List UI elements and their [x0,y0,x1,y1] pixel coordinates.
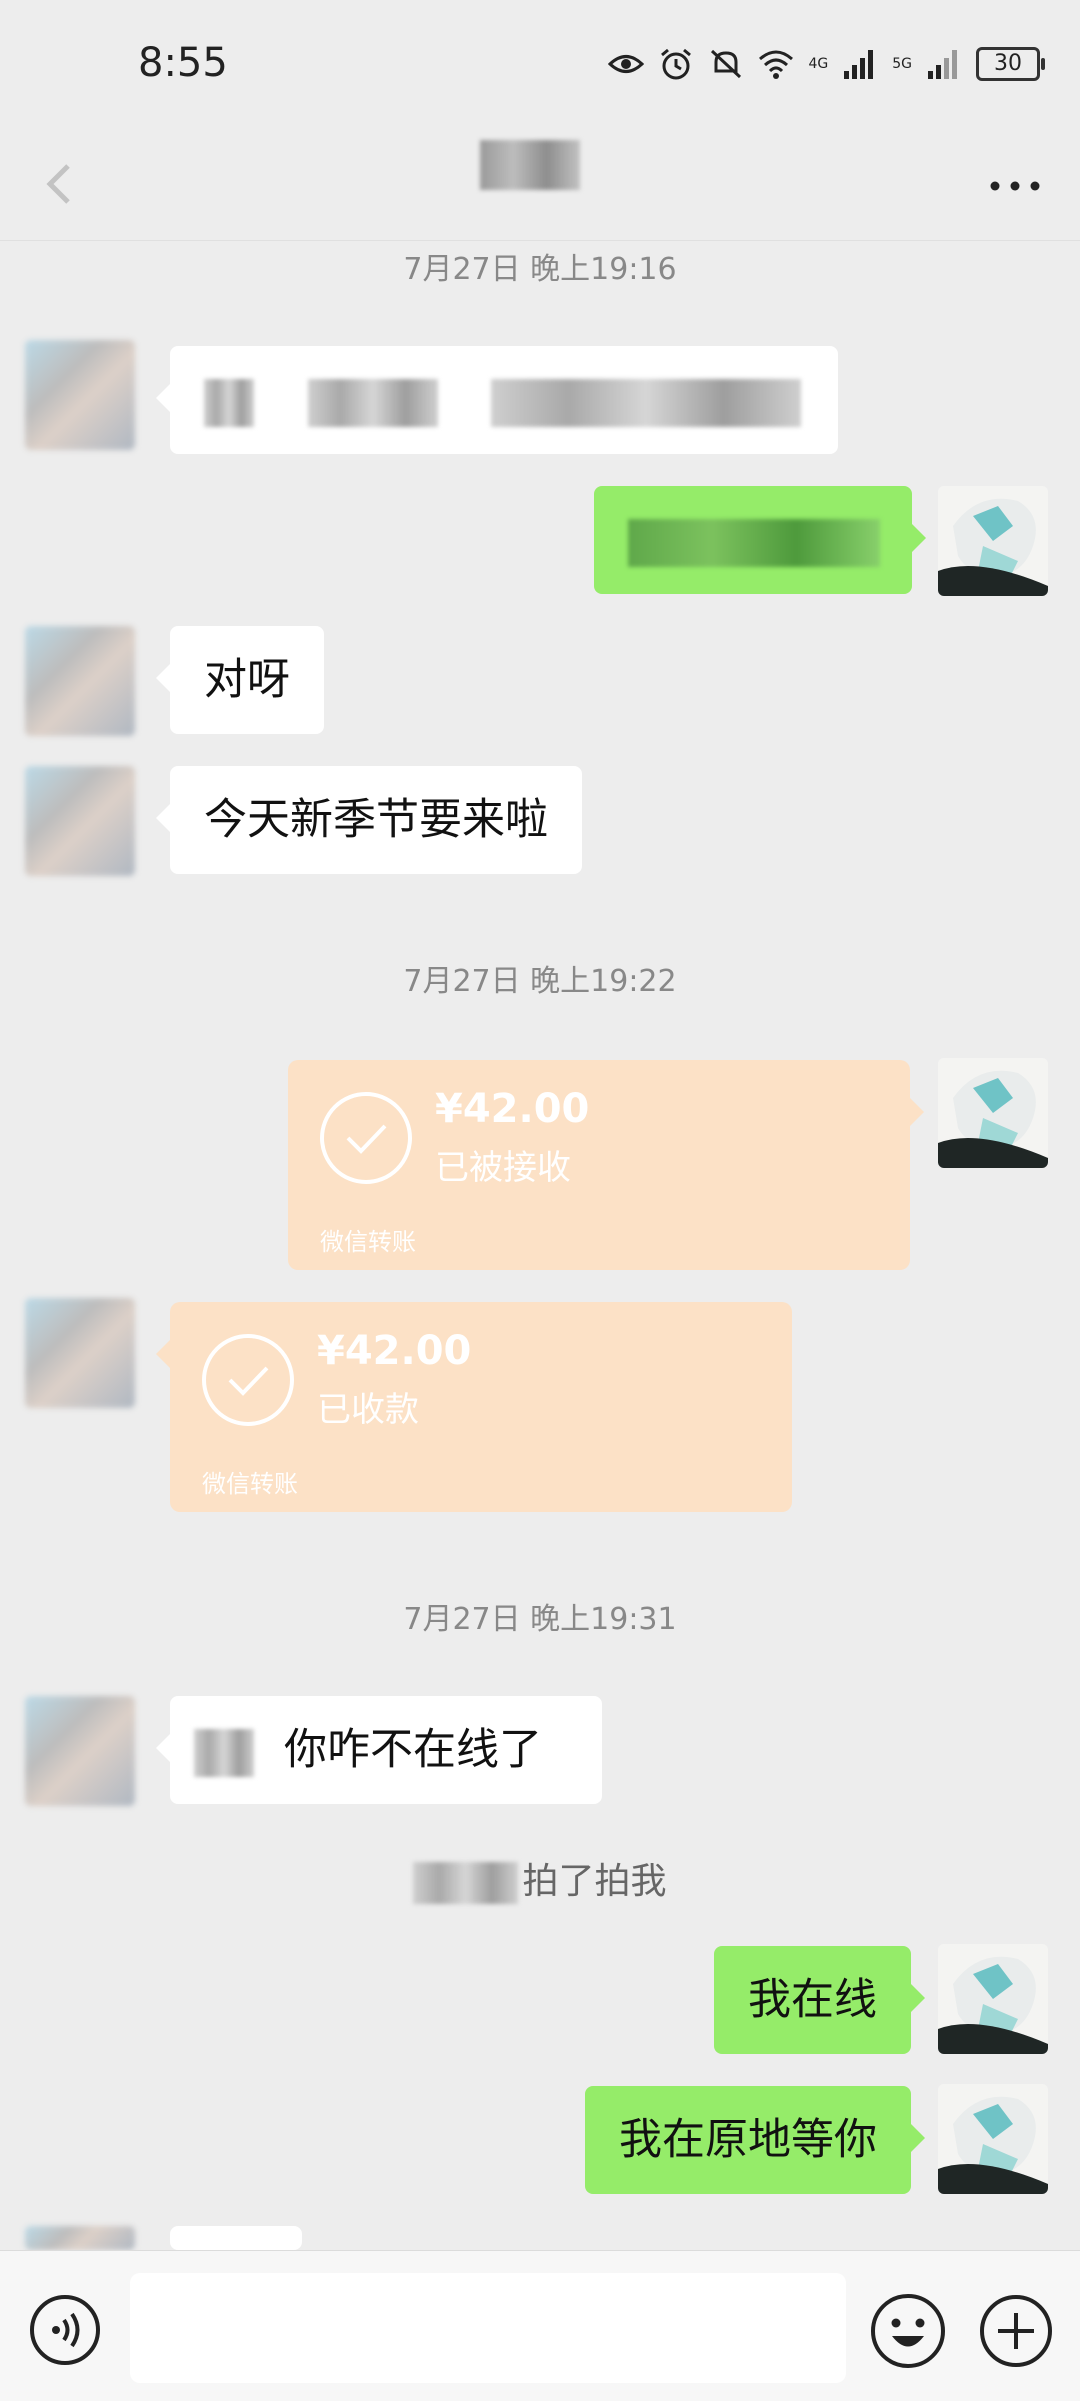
timestamp: 7月27日 晚上19:16 [403,252,677,287]
status-bar: 8:55 4G 5G 30 [0,0,1080,130]
signal-icon [842,47,878,81]
message-outgoing[interactable] [594,486,926,594]
blurred-mention [194,1728,254,1777]
my-avatar[interactable] [938,2084,1048,2194]
message-incoming[interactable]: 今天新季节要来啦 [156,766,582,874]
contact-avatar[interactable] [25,766,135,876]
transfer-status: 已收款 [317,1390,419,1430]
transfer-card-received[interactable]: ¥42.00 已收款 微信转账 [156,1302,792,1512]
my-avatar[interactable] [938,486,1048,596]
message-text: 你咋不在线了 [284,1725,542,1775]
timestamp: 7月27日 晚上19:22 [403,964,677,999]
transfer-status: 已被接收 [435,1148,571,1188]
back-arrow-icon[interactable] [20,140,110,230]
mute-bell-icon [708,47,744,81]
battery-indicator: 30 [976,47,1045,81]
check-circle-icon [320,1092,412,1184]
wifi-icon [758,47,794,81]
contact-avatar[interactable] [25,626,135,736]
transfer-label: 微信转账 [320,1228,416,1256]
voice-icon[interactable] [28,2293,102,2367]
message-incoming[interactable]: 你咋不在线了 [156,1696,602,1804]
contact-avatar[interactable] [25,2226,135,2250]
my-avatar[interactable] [938,1058,1048,1168]
pat-notice: 拍了拍我 [0,1852,1080,1904]
input-bar [0,2250,1080,2401]
contact-avatar[interactable] [25,1298,135,1408]
network-label-2: 5G [892,56,912,72]
network-label-1: 4G [808,56,829,72]
blurred-name [413,1862,519,1904]
transfer-amount: ¥42.00 [317,1328,472,1374]
alarm-icon [658,47,694,81]
message-incoming[interactable] [156,346,838,454]
contact-avatar[interactable] [25,1696,135,1806]
message-outgoing[interactable]: 我在线 [714,1946,925,2054]
more-dots-icon[interactable] [980,156,1050,216]
status-icons: 4G 5G 30 [608,44,1045,84]
my-avatar[interactable] [938,1944,1048,2054]
eye-icon [608,47,645,81]
signal-icon-2 [926,47,962,81]
timestamp: 7月27日 晚上19:31 [403,1602,677,1637]
status-time: 8:55 [138,40,228,86]
transfer-amount: ¥42.00 [435,1086,590,1132]
message-input[interactable] [130,2273,846,2383]
message-incoming[interactable]: 对呀 [156,626,324,734]
transfer-card-sent[interactable]: ¥42.00 已被接收 微信转账 [288,1060,924,1270]
transfer-label: 微信转账 [202,1470,298,1498]
chat-title [480,140,580,190]
check-circle-icon [202,1334,294,1426]
pat-text: 拍了拍我 [522,1861,667,1902]
contact-avatar[interactable] [25,340,135,450]
message-incoming-partial[interactable] [156,2226,302,2294]
plus-icon[interactable] [978,2293,1054,2369]
emoji-icon[interactable] [868,2291,948,2371]
chat-header [0,130,1080,241]
message-outgoing[interactable]: 我在原地等你 [585,2086,925,2194]
